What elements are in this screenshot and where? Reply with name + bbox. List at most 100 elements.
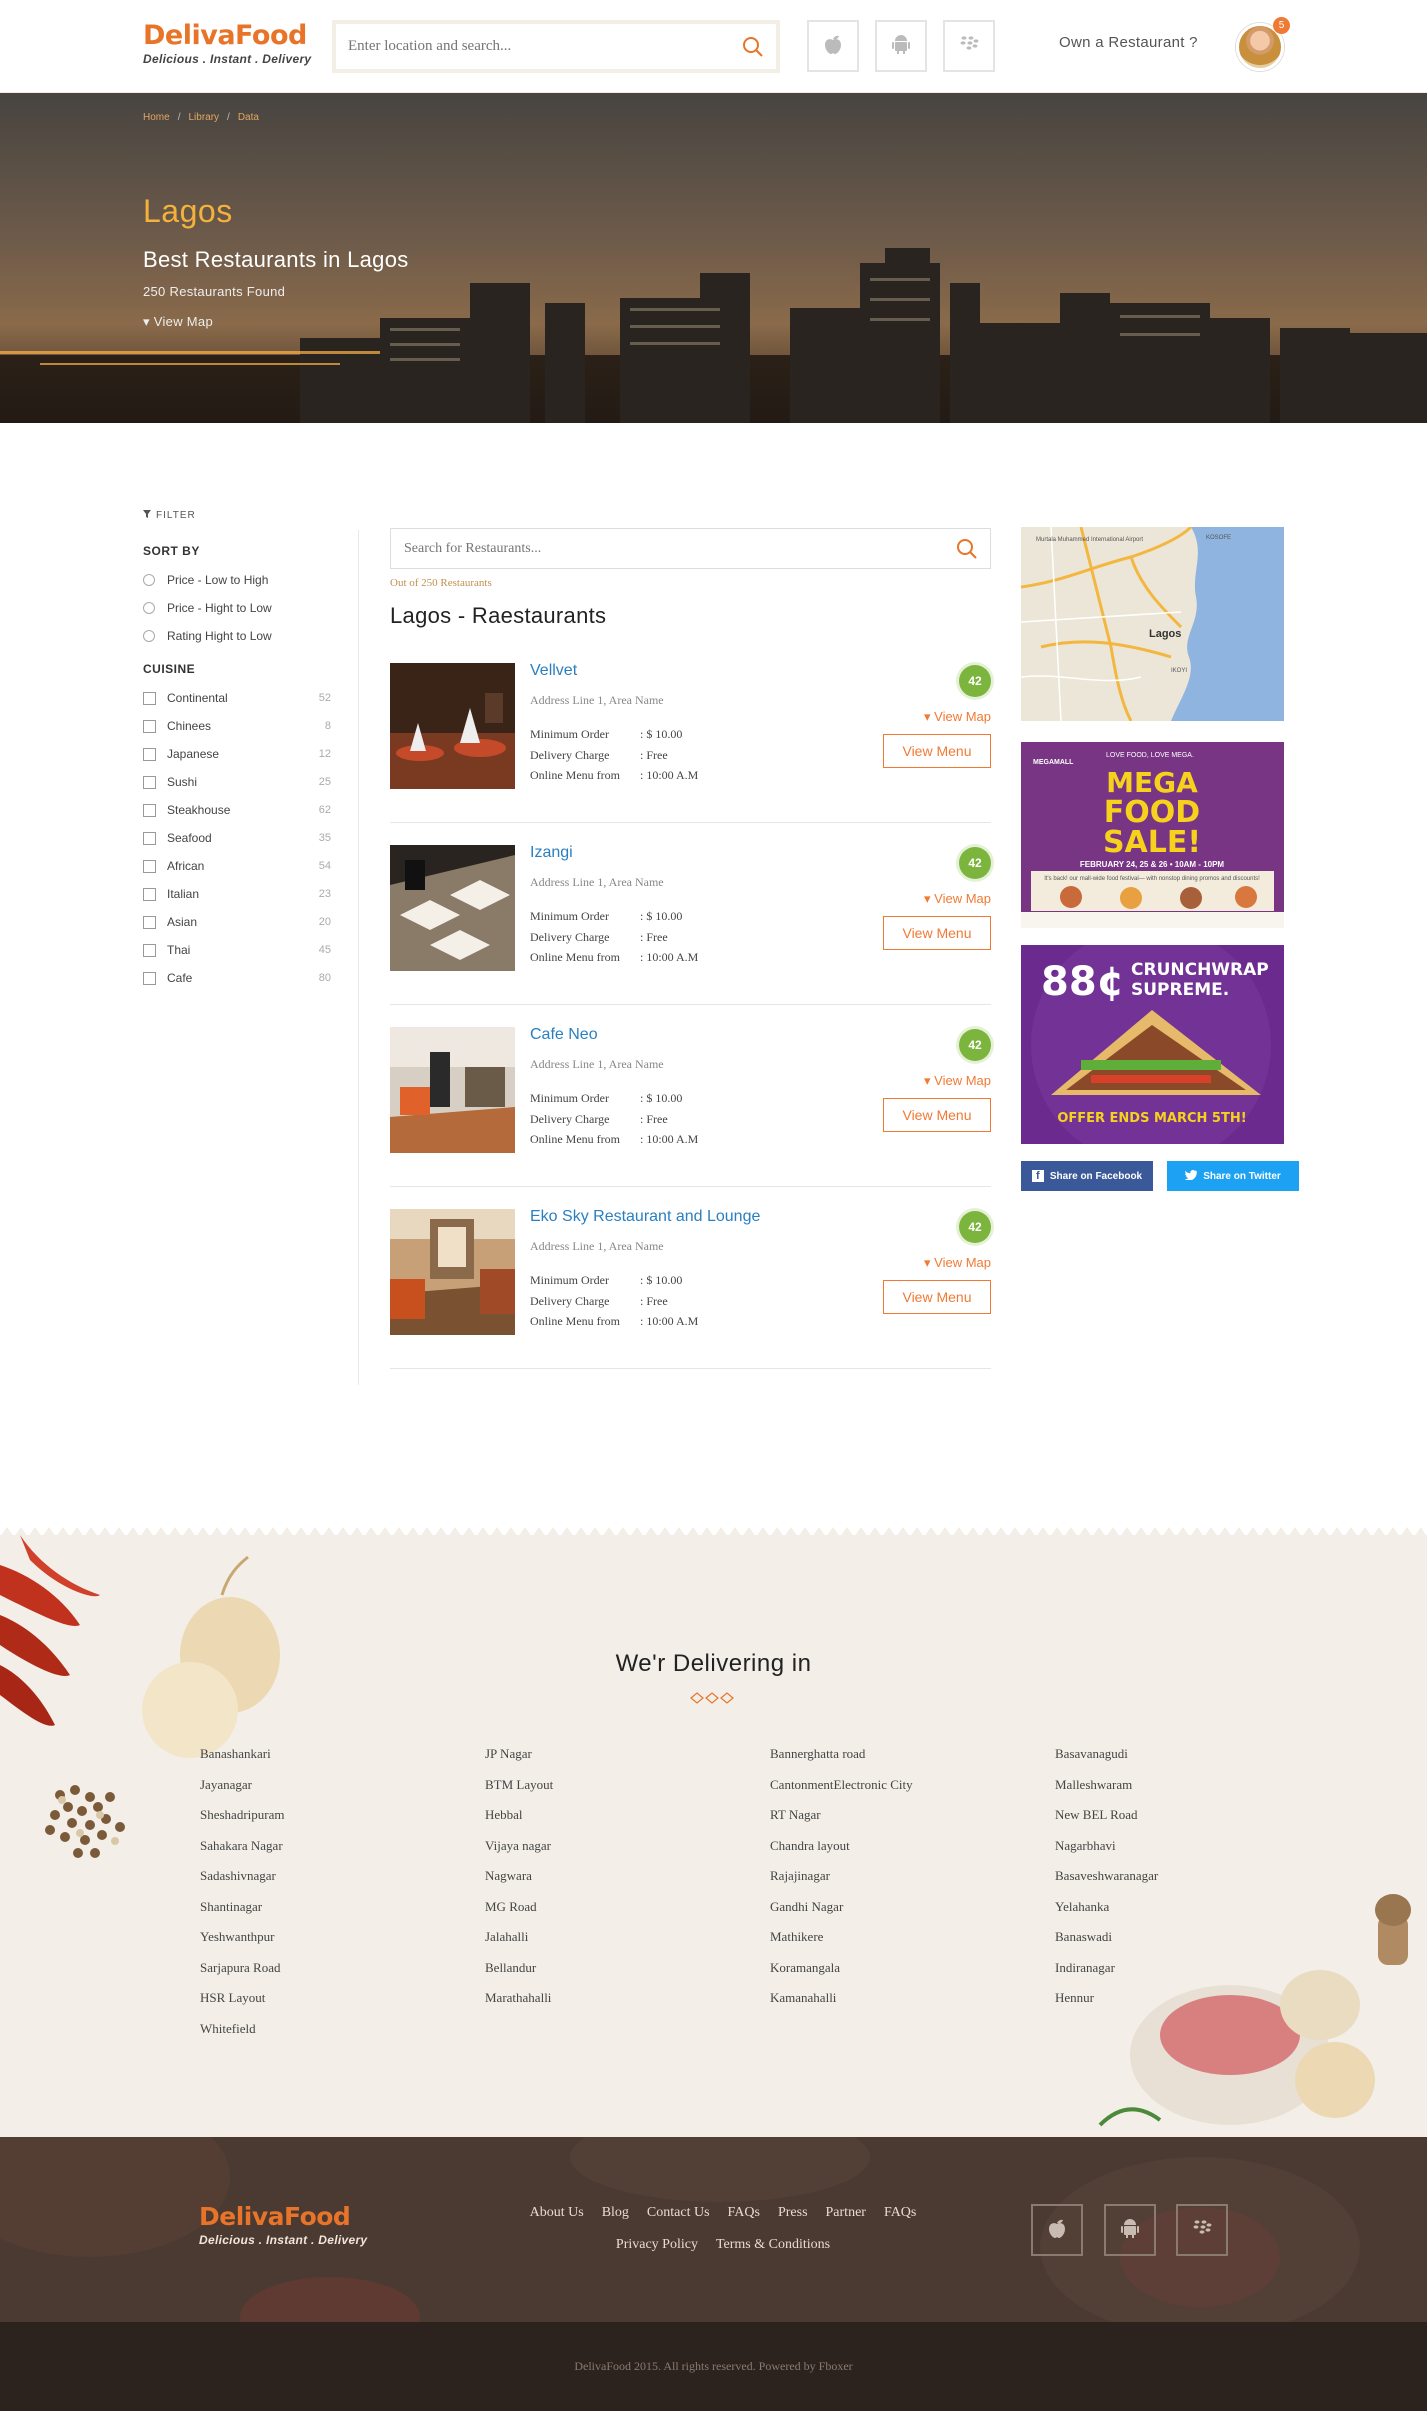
location-link[interactable]: Banaswadi bbox=[1055, 1922, 1158, 1953]
restaurant-search-input[interactable] bbox=[391, 529, 931, 568]
cuisine-item[interactable]: Seafood 35 bbox=[143, 824, 331, 852]
cuisine-item[interactable]: Sushi 25 bbox=[143, 768, 331, 796]
location-link[interactable]: Marathahalli bbox=[485, 1983, 553, 2014]
location-link[interactable]: Kamanahalli bbox=[770, 1983, 913, 2014]
cuisine-item[interactable]: Cafe 80 bbox=[143, 964, 331, 992]
search-icon[interactable] bbox=[956, 538, 978, 565]
radio-button[interactable] bbox=[143, 602, 155, 614]
breadcrumb-data[interactable]: Data bbox=[238, 112, 259, 123]
footer-blackberry-button[interactable] bbox=[1176, 2204, 1228, 2256]
radio-button[interactable] bbox=[143, 630, 155, 642]
footer-android-button[interactable] bbox=[1104, 2204, 1156, 2256]
sort-option-price-high-low[interactable]: Price - Hight to Low bbox=[143, 594, 331, 622]
breadcrumb-library[interactable]: Library bbox=[188, 112, 219, 123]
checkbox[interactable] bbox=[143, 803, 156, 817]
cuisine-item[interactable]: Thai 45 bbox=[143, 936, 331, 964]
search-icon[interactable] bbox=[742, 36, 764, 63]
location-link[interactable]: Mathikere bbox=[770, 1922, 913, 1953]
view-menu-button[interactable]: View Menu bbox=[883, 1098, 991, 1132]
crunchwrap-ad[interactable]: 88¢ CRUNCHWRAP SUPREME. OFFER ENDS MARCH… bbox=[1021, 945, 1284, 1144]
location-link[interactable]: RT Nagar bbox=[770, 1800, 913, 1831]
location-link[interactable]: MG Road bbox=[485, 1892, 553, 1923]
location-link[interactable]: Bannerghatta road bbox=[770, 1739, 913, 1770]
hero-view-map-link[interactable]: ▾ View Map bbox=[143, 314, 213, 330]
breadcrumb-home[interactable]: Home bbox=[143, 112, 170, 123]
location-link[interactable]: Koramangala bbox=[770, 1953, 913, 1984]
view-map-link[interactable]: ▾ View Map bbox=[924, 709, 991, 725]
location-link[interactable]: Basaveshwaranagar bbox=[1055, 1861, 1158, 1892]
cuisine-item[interactable]: Asian 20 bbox=[143, 908, 331, 936]
footer-link-terms[interactable]: Terms & Conditions bbox=[716, 2237, 830, 2252]
location-link[interactable]: Yelahanka bbox=[1055, 1892, 1158, 1923]
blackberry-app-button[interactable] bbox=[943, 20, 995, 72]
checkbox[interactable] bbox=[143, 943, 156, 957]
location-link[interactable]: BTM Layout bbox=[485, 1770, 553, 1801]
location-link[interactable]: Bellandur bbox=[485, 1953, 553, 1984]
location-link[interactable]: Shantinagar bbox=[200, 1892, 284, 1923]
share-twitter-button[interactable]: Share on Twitter bbox=[1167, 1161, 1299, 1191]
location-link[interactable]: HSR Layout bbox=[200, 1983, 284, 2014]
city-map[interactable]: Lagos Murtala Muhammed International Air… bbox=[1021, 527, 1284, 721]
location-link[interactable]: Sadashivnagar bbox=[200, 1861, 284, 1892]
location-link[interactable]: Malleshwaram bbox=[1055, 1770, 1158, 1801]
radio-button[interactable] bbox=[143, 574, 155, 586]
checkbox[interactable] bbox=[143, 747, 156, 761]
location-link[interactable]: Sarjapura Road bbox=[200, 1953, 284, 1984]
footer-link-contact[interactable]: Contact Us bbox=[647, 2205, 710, 2220]
cuisine-item[interactable]: Chinees 8 bbox=[143, 712, 331, 740]
restaurant-photo[interactable] bbox=[390, 663, 515, 789]
apple-app-button[interactable] bbox=[807, 20, 859, 72]
view-map-link[interactable]: ▾ View Map bbox=[924, 1073, 991, 1089]
location-link[interactable]: JP Nagar bbox=[485, 1739, 553, 1770]
restaurant-photo[interactable] bbox=[390, 1027, 515, 1153]
location-link[interactable]: Nagarbhavi bbox=[1055, 1831, 1158, 1862]
location-link[interactable]: Vijaya nagar bbox=[485, 1831, 553, 1862]
footer-link-privacy[interactable]: Privacy Policy bbox=[616, 2237, 698, 2252]
location-link[interactable]: Whitefield bbox=[200, 2014, 284, 2045]
location-link[interactable]: Gandhi Nagar bbox=[770, 1892, 913, 1923]
location-link[interactable]: Basavanagudi bbox=[1055, 1739, 1158, 1770]
restaurant-name[interactable]: Izangi bbox=[530, 844, 573, 862]
own-restaurant-link[interactable]: Own a Restaurant ? bbox=[1059, 34, 1198, 51]
cuisine-item[interactable]: Steakhouse 62 bbox=[143, 796, 331, 824]
share-facebook-button[interactable]: f Share on Facebook bbox=[1021, 1161, 1153, 1191]
footer-apple-button[interactable] bbox=[1031, 2204, 1083, 2256]
checkbox[interactable] bbox=[143, 831, 156, 845]
checkbox[interactable] bbox=[143, 775, 156, 789]
location-link[interactable]: Chandra layout bbox=[770, 1831, 913, 1862]
restaurant-name[interactable]: Eko Sky Restaurant and Lounge bbox=[530, 1208, 760, 1226]
location-link[interactable]: Jalahalli bbox=[485, 1922, 553, 1953]
checkbox[interactable] bbox=[143, 719, 156, 733]
location-link[interactable]: Hennur bbox=[1055, 1983, 1158, 2014]
view-map-link[interactable]: ▾ View Map bbox=[924, 1255, 991, 1271]
footer-link-blog[interactable]: Blog bbox=[602, 2205, 629, 2220]
footer-link-about[interactable]: About Us bbox=[530, 2205, 584, 2220]
sort-option-rating[interactable]: Rating Hight to Low bbox=[143, 622, 331, 650]
view-menu-button[interactable]: View Menu bbox=[883, 916, 991, 950]
restaurant-photo[interactable] bbox=[390, 1209, 515, 1335]
location-link[interactable]: Nagwara bbox=[485, 1861, 553, 1892]
view-menu-button[interactable]: View Menu bbox=[883, 734, 991, 768]
location-link[interactable]: Sheshadripuram bbox=[200, 1800, 284, 1831]
footer-link-press[interactable]: Press bbox=[778, 2205, 808, 2220]
view-menu-button[interactable]: View Menu bbox=[883, 1280, 991, 1314]
location-link[interactable]: CantonmentElectronic City bbox=[770, 1770, 913, 1801]
checkbox[interactable] bbox=[143, 691, 156, 705]
sort-option-price-low-high[interactable]: Price - Low to High bbox=[143, 566, 331, 594]
location-link[interactable]: Indiranagar bbox=[1055, 1953, 1158, 1984]
cuisine-item[interactable]: Continental 52 bbox=[143, 684, 331, 712]
logo[interactable]: DelivaFood Delicious . Instant . Deliver… bbox=[143, 20, 311, 66]
checkbox[interactable] bbox=[143, 971, 156, 985]
footer-link-faqs-2[interactable]: FAQs bbox=[884, 2205, 916, 2220]
footer-link-partner[interactable]: Partner bbox=[826, 2205, 866, 2220]
checkbox[interactable] bbox=[143, 915, 156, 929]
checkbox[interactable] bbox=[143, 887, 156, 901]
location-search-input[interactable] bbox=[336, 24, 726, 69]
restaurant-photo[interactable] bbox=[390, 845, 515, 971]
footer-logo[interactable]: DelivaFood Delicious . Instant . Deliver… bbox=[199, 2201, 367, 2247]
location-link[interactable]: Banashankari bbox=[200, 1739, 284, 1770]
location-link[interactable]: Yeshwanthpur bbox=[200, 1922, 284, 1953]
location-link[interactable]: Sahakara Nagar bbox=[200, 1831, 284, 1862]
mega-food-sale-ad[interactable]: MEGAMALL LOVE FOOD, LOVE MEGA. MEGA FOOD… bbox=[1021, 742, 1284, 928]
restaurant-name[interactable]: Cafe Neo bbox=[530, 1026, 598, 1044]
